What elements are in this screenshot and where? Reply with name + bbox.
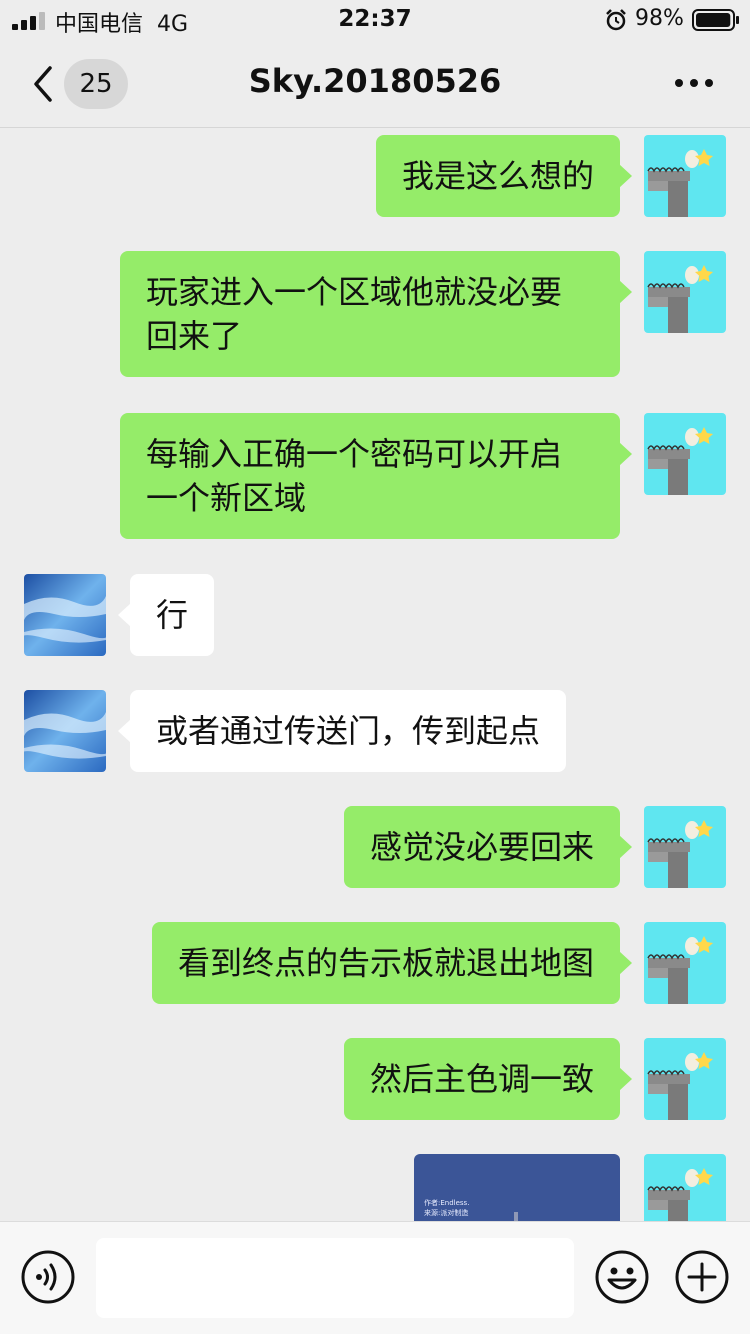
ellipsis-icon[interactable] xyxy=(674,76,714,90)
input-bar xyxy=(0,1221,750,1334)
plus-icon[interactable] xyxy=(675,1250,729,1304)
image-caption-line: 作者:Endless. xyxy=(424,1199,470,1207)
message-bubble-self[interactable]: 感觉没必要回来 xyxy=(343,806,633,888)
image-figure xyxy=(514,1212,518,1221)
avatar-self[interactable] xyxy=(644,806,726,888)
message-list[interactable]: 我是这么想的 玩家进入一个区域他就没必要 回来了 每输入正确一个密码可以开启 一… xyxy=(0,129,750,1221)
message-bubble-self[interactable]: 每输入正确一个密码可以开启 一个新区域 xyxy=(120,413,632,539)
battery-icon xyxy=(692,9,739,31)
chat-header: 25 Sky.20180526 xyxy=(0,40,750,128)
image-message[interactable]: 作者:Endless. 来源:派对制造 xyxy=(414,1154,620,1221)
avatar-self[interactable] xyxy=(644,251,726,333)
avatar-other[interactable] xyxy=(24,690,106,772)
message-bubble-self[interactable]: 看到终点的告示板就退出地图 xyxy=(151,922,633,1004)
avatar-self[interactable] xyxy=(644,135,726,217)
image-caption-line: 来源:派对制造 xyxy=(424,1209,469,1217)
message-bubble-self[interactable]: 然后主色调一致 xyxy=(343,1038,633,1120)
message-text-line: 一个新区域 xyxy=(146,479,307,517)
message-text: 或者通过传送门，传到起点 xyxy=(156,712,541,750)
message-bubble-self[interactable]: 我是这么想的 xyxy=(375,135,633,217)
message-text: 感觉没必要回来 xyxy=(369,828,594,866)
message-bubble-other[interactable]: 行 xyxy=(117,574,215,656)
avatar-self[interactable] xyxy=(644,922,726,1004)
battery-percent: 98% xyxy=(635,6,684,31)
message-bubble-self[interactable]: 玩家进入一个区域他就没必要 回来了 xyxy=(120,251,632,377)
message-input[interactable] xyxy=(96,1238,574,1318)
message-bubble-other[interactable]: 或者通过传送门，传到起点 xyxy=(117,690,567,772)
image-caption: 作者:Endless. 来源:派对制造 xyxy=(424,1198,469,1218)
message-text-line: 回来了 xyxy=(146,317,243,355)
chat-title: Sky.20180526 xyxy=(248,62,502,100)
alarm-icon xyxy=(606,9,626,31)
message-text: 看到终点的告示板就退出地图 xyxy=(177,944,594,982)
avatar-self[interactable] xyxy=(644,1038,726,1120)
message-text: 行 xyxy=(156,596,189,634)
avatar-other[interactable] xyxy=(24,574,106,656)
message-text: 我是这么想的 xyxy=(401,157,594,195)
avatar-self[interactable] xyxy=(644,1154,726,1221)
message-text-line: 每输入正确一个密码可以开启 xyxy=(146,435,563,473)
message-text-line: 玩家进入一个区域他就没必要 xyxy=(146,273,563,311)
emoji-icon[interactable] xyxy=(595,1250,649,1304)
message-text: 然后主色调一致 xyxy=(369,1060,594,1098)
status-bar: 中国电信 4G 22:37 98% xyxy=(0,0,750,40)
voice-icon[interactable] xyxy=(21,1250,75,1304)
avatar-self[interactable] xyxy=(644,413,726,495)
